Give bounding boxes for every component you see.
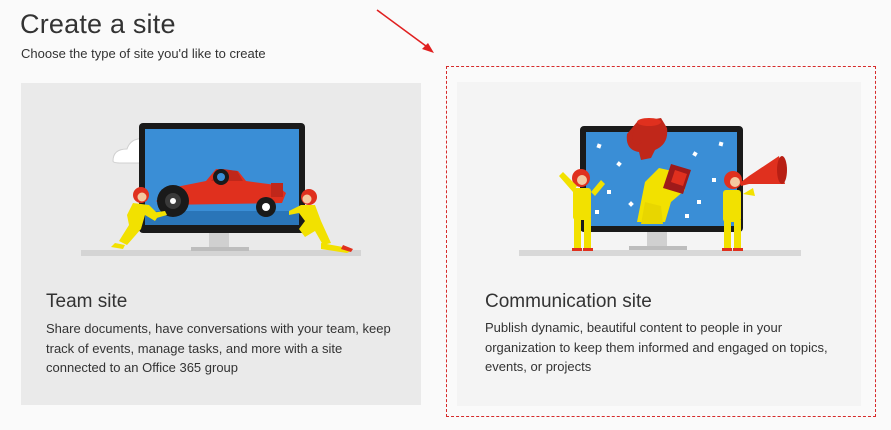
team-site-card[interactable]: Team site Share documents, have conversa…: [21, 83, 421, 405]
race-car-illustration: [81, 123, 361, 256]
trophy-megaphone-illustration: [519, 118, 801, 256]
page-subtitle: Choose the type of site you'd like to cr…: [21, 46, 266, 61]
communication-site-card[interactable]: Communication site Publish dynamic, beau…: [457, 82, 861, 406]
annotation-arrow-icon: [376, 9, 434, 53]
communication-site-description: Publish dynamic, beautiful content to pe…: [485, 320, 828, 374]
team-site-description: Share documents, have conversations with…: [46, 321, 391, 375]
communication-site-title: Communication site: [485, 291, 652, 312]
page-title: Create a site: [20, 9, 176, 39]
create-site-page: { "header": { "title": "Create a site", …: [0, 0, 891, 430]
team-site-title: Team site: [46, 291, 128, 312]
